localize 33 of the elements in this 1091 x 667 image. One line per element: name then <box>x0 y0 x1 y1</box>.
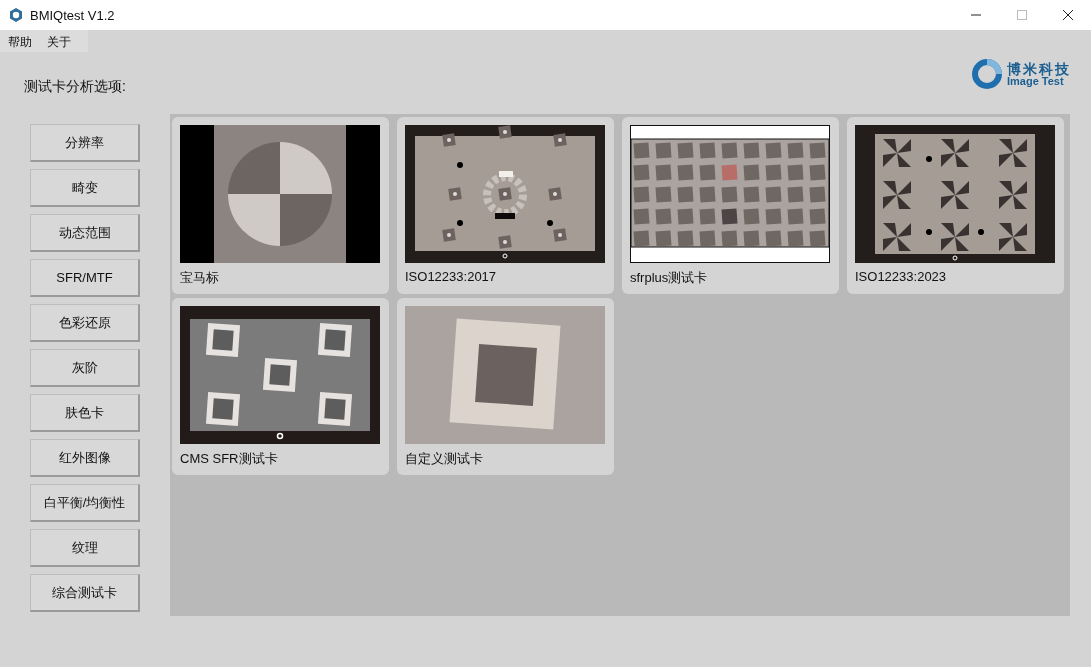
chart-card[interactable]: CMS SFR测试卡 <box>172 298 389 475</box>
option-button[interactable]: 肤色卡 <box>30 394 140 432</box>
option-button[interactable]: 红外图像 <box>30 439 140 477</box>
chart-card[interactable]: ISO12233:2017 <box>397 117 614 294</box>
option-button[interactable]: 综合测试卡 <box>30 574 140 612</box>
close-icon[interactable] <box>1063 10 1073 20</box>
card-label: CMS SFR测试卡 <box>180 450 279 468</box>
logo-name: 博米科技 <box>1007 61 1071 76</box>
option-button[interactable]: SFR/MTF <box>30 259 140 297</box>
chart-card[interactable]: 宝马标 <box>172 117 389 294</box>
menu-item[interactable]: 关于 <box>39 30 78 52</box>
option-button[interactable]: 畸变 <box>30 169 140 207</box>
chart-card[interactable]: ISO12233:2023 <box>847 117 1064 294</box>
option-button[interactable]: 分辨率 <box>30 124 140 162</box>
maximize-icon[interactable] <box>1017 10 1027 20</box>
menu-item[interactable]: 帮助 <box>0 30 39 52</box>
section-label: 测试卡分析选项: <box>24 78 126 96</box>
option-button[interactable]: 纹理 <box>30 529 140 567</box>
option-button[interactable]: 色彩还原 <box>30 304 140 342</box>
card-label: ISO12233:2023 <box>855 269 948 284</box>
option-button[interactable]: 灰阶 <box>30 349 140 387</box>
chart-card[interactable]: 自定义测试卡 <box>397 298 614 475</box>
card-label: sfrplus测试卡 <box>630 269 709 287</box>
hexagon-icon <box>8 7 24 23</box>
card-label: 自定义测试卡 <box>405 450 484 468</box>
chart-card[interactable]: sfrplus测试卡 <box>622 117 839 294</box>
card-label: 宝马标 <box>180 269 220 287</box>
logo-icon <box>969 56 1005 92</box>
option-button[interactable]: 动态范围 <box>30 214 140 252</box>
option-button[interactable]: 白平衡/均衡性 <box>30 484 140 522</box>
logo-subtitle: Image Test <box>1007 75 1064 87</box>
card-label: ISO12233:2017 <box>405 269 498 284</box>
window-title: BMIQtest V1.2 <box>30 7 115 23</box>
